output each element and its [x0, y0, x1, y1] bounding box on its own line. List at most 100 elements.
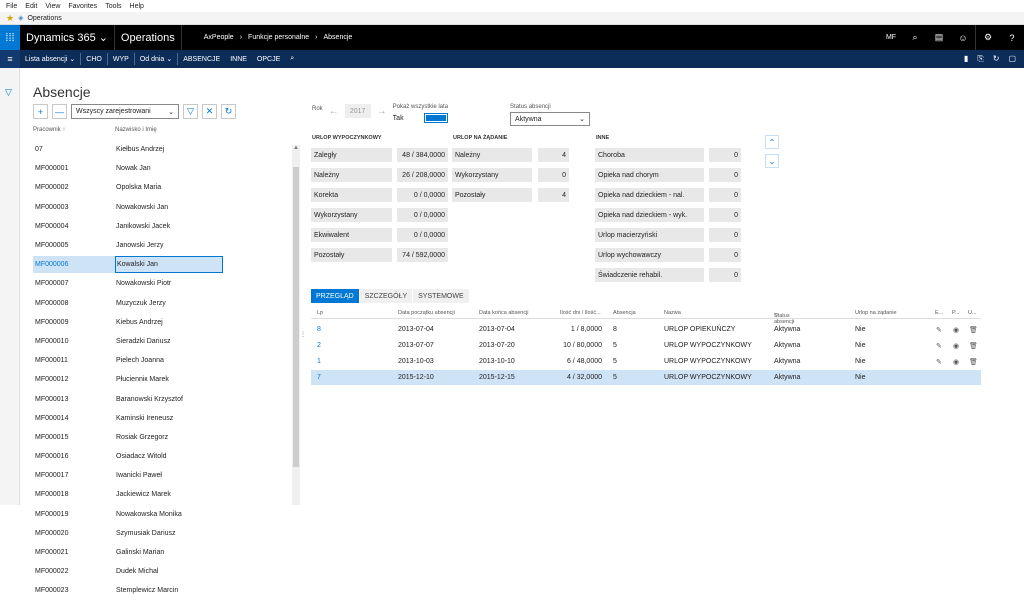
filter-icon[interactable]: ▽: [183, 104, 198, 119]
filter-icon[interactable]: ▽: [5, 87, 12, 98]
col-on-demand[interactable]: Urlop na żądanie: [855, 310, 897, 316]
action-wyp[interactable]: WYP: [108, 56, 134, 63]
cell-lp[interactable]: 7: [317, 374, 321, 381]
refresh-icon[interactable]: ↻: [993, 54, 1000, 64]
table-row[interactable]: 7 2015-12-10 2015-12-15 4 / 32,0000 5 URLOP W…: [311, 370, 981, 385]
list-item[interactable]: 07 Kiełbus Andrzej: [33, 140, 223, 159]
list-item[interactable]: MF000010 Sieradzki Dariusz: [33, 332, 223, 351]
help-icon[interactable]: ?: [1000, 33, 1024, 43]
menu-edit[interactable]: Edit: [25, 3, 37, 10]
scroll-thumb[interactable]: [293, 167, 299, 467]
app-launcher-icon[interactable]: ⁞⁞⁞: [0, 25, 20, 50]
action-absencje[interactable]: ABSENCJE: [178, 56, 225, 63]
col-name[interactable]: Nazwa: [664, 310, 681, 316]
list-item[interactable]: MF000018 Jackiewicz Marek: [33, 485, 223, 504]
menu-help[interactable]: Help: [130, 3, 144, 10]
action-opcje[interactable]: OPCJE: [252, 56, 285, 63]
list-item[interactable]: MF000019 Nowakowska Monika: [33, 505, 223, 524]
next-year-icon[interactable]: →: [375, 104, 389, 118]
list-item[interactable]: MF000009 Kiebus Andrzej: [33, 313, 223, 332]
action-inne[interactable]: INNE: [225, 56, 252, 63]
col-delete[interactable]: U...: [968, 310, 977, 316]
list-item[interactable]: MF000013 Baranowski Krzysztof: [33, 389, 223, 408]
action-od-dnia[interactable]: Od dnia ⌄: [135, 55, 177, 64]
menu-tools[interactable]: Tools: [105, 3, 121, 10]
drag-handle-icon[interactable]: ⋮: [300, 331, 306, 338]
list-item[interactable]: MF000014 Kaminski Ireneusz: [33, 409, 223, 428]
delete-icon[interactable]: 🗑: [969, 358, 978, 366]
col-end[interactable]: Data końca absencji: [479, 310, 529, 316]
brand-dropdown[interactable]: Dynamics 365 ⌄: [20, 31, 114, 45]
module-name[interactable]: Operations: [115, 32, 181, 44]
menu-favorites[interactable]: Favorites: [68, 3, 97, 10]
cell-lp[interactable]: 8: [317, 326, 321, 333]
add-icon[interactable]: +: [33, 104, 48, 119]
breadcrumb-item[interactable]: Absencje: [323, 34, 352, 41]
list-item[interactable]: MF000012 Płucienniк Marek: [33, 370, 223, 389]
breadcrumb-item[interactable]: Funkcje personalne: [248, 34, 309, 41]
tab-systemowe[interactable]: SYSTEMOWE: [413, 289, 469, 303]
col-worker[interactable]: Pracownik ↑: [33, 127, 115, 138]
delete-icon[interactable]: 🗑: [969, 326, 978, 334]
list-item[interactable]: MF000011 Pielech Joanna: [33, 351, 223, 370]
tab-szczegoly[interactable]: SZCZEGÓŁY: [359, 289, 413, 303]
edit-icon[interactable]: ✎: [936, 342, 942, 350]
cell-lp[interactable]: 1: [317, 358, 321, 365]
list-item[interactable]: MF000023 Stemplewicz Marcin: [33, 581, 223, 600]
col-lp[interactable]: Lp: [317, 310, 323, 316]
list-filter-dropdown[interactable]: Wszyscy zarejestrowani ⌄: [71, 104, 179, 119]
action-lista-absencji[interactable]: Lista absencji ⌄: [20, 55, 80, 64]
list-item[interactable]: MF000001 Nowak Jan: [33, 159, 223, 178]
list-item[interactable]: MF000020 Szymusiak Dariusz: [33, 524, 223, 543]
edit-icon[interactable]: ✎: [936, 326, 942, 334]
remove-icon[interactable]: —: [52, 104, 67, 119]
gear-icon[interactable]: ⚙: [976, 32, 1000, 43]
smiley-icon[interactable]: ☺: [951, 33, 975, 43]
col-preview[interactable]: P...: [952, 310, 960, 316]
clear-filter-icon[interactable]: ✕: [202, 104, 217, 119]
breadcrumb-item[interactable]: AxPeople: [204, 34, 234, 41]
tab-przeglad[interactable]: PRZEGLĄD: [311, 289, 359, 303]
list-item[interactable]: MF000007 Nowakowski Piotr: [33, 274, 223, 293]
attach-icon[interactable]: ⎘: [977, 54, 983, 64]
favorites-star-icon[interactable]: ★: [6, 13, 14, 23]
chevron-down-icon[interactable]: ⌄: [765, 154, 779, 168]
col-start[interactable]: Data początku absencji: [398, 310, 455, 316]
col-days[interactable]: Ilość dni / Ilość...: [560, 310, 601, 316]
popout-icon[interactable]: ▢: [1008, 54, 1016, 64]
list-item[interactable]: MF000022 Dudek Michal: [33, 562, 223, 581]
col-edit[interactable]: E...: [935, 310, 943, 316]
col-name[interactable]: Nazwisko i Imię: [115, 127, 157, 138]
chevron-up-icon[interactable]: ⌃: [765, 135, 779, 149]
menu-view[interactable]: View: [45, 3, 60, 10]
menu-icon[interactable]: ≡: [0, 50, 20, 68]
list-item[interactable]: MF000005 Janowski Jerzy: [33, 236, 223, 255]
list-item[interactable]: MF000015 Rosiak Grzegorz: [33, 428, 223, 447]
view-icon[interactable]: ◉: [953, 358, 959, 366]
menu-file[interactable]: File: [6, 3, 17, 10]
list-item[interactable]: MF000003 Nowakowski Jan: [33, 198, 223, 217]
view-icon[interactable]: ◉: [953, 326, 959, 334]
scroll-up-icon[interactable]: ▲: [292, 145, 300, 153]
list-item[interactable]: MF000006 Kowalski Jan: [33, 255, 223, 274]
favorite-link-operations[interactable]: Operations: [27, 15, 61, 22]
list-item[interactable]: MF000021 Galinski Marian: [33, 543, 223, 562]
delete-icon[interactable]: 🗑: [969, 342, 978, 350]
list-item[interactable]: MF000002 Opolska Maria: [33, 178, 223, 197]
action-cho[interactable]: CHO: [81, 56, 107, 63]
status-select[interactable]: Aktywna ⌄: [510, 112, 591, 126]
search-icon[interactable]: ⌕: [903, 32, 927, 43]
list-scrollbar[interactable]: ▲: [292, 145, 300, 505]
list-item[interactable]: MF000008 Muzyczuk Jerzy: [33, 294, 223, 313]
table-row[interactable]: 8 2013-07-04 2013-07-04 1 / 8,0000 8 URLOP OP…: [311, 322, 981, 337]
prev-year-icon[interactable]: ←: [327, 104, 341, 118]
view-icon[interactable]: ◉: [953, 342, 959, 350]
refresh-icon[interactable]: ↻: [221, 104, 236, 119]
list-item[interactable]: MF000016 Osiadacz Witold: [33, 447, 223, 466]
col-absence[interactable]: Absencja: [613, 310, 636, 316]
table-row[interactable]: 1 2013-10-03 2013-10-10 6 / 48,0000 5 URLOP W…: [311, 354, 981, 369]
show-all-toggle[interactable]: [423, 113, 448, 123]
list-item[interactable]: MF000017 Iwanicki Paweł: [33, 466, 223, 485]
cell-lp[interactable]: 2: [317, 342, 321, 349]
office-icon[interactable]: ▮: [964, 54, 968, 64]
